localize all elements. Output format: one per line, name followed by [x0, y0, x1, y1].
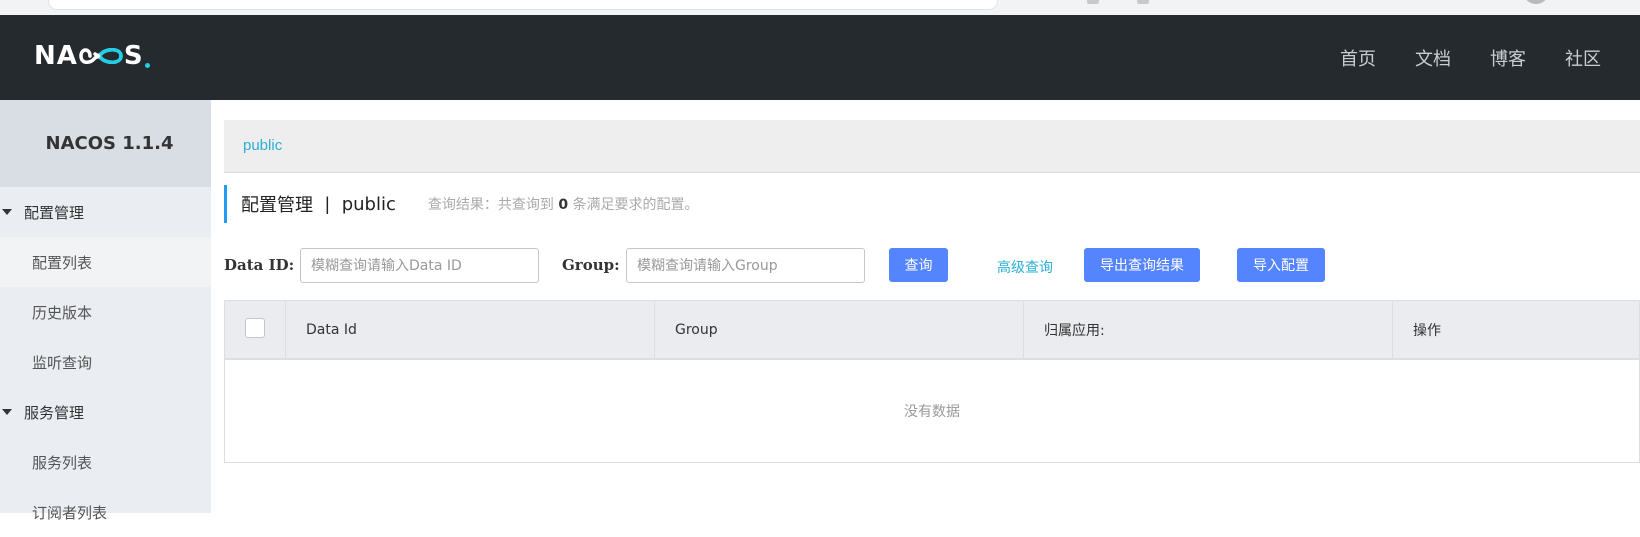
data-id-label: Data ID: — [224, 256, 295, 274]
namespace-tab-public[interactable]: public — [243, 137, 282, 154]
main-content: public 配置管理 | public 查询结果：共查询到 0 条满足要求的配… — [211, 100, 1640, 513]
sidebar-item-service-list[interactable]: 服务列表 — [0, 437, 211, 487]
import-config-button[interactable]: 导入配置 — [1237, 248, 1325, 282]
sidebar-item-subscriber-list[interactable]: 订阅者列表 — [0, 487, 211, 537]
nacos-logo[interactable]: NA S — [34, 41, 150, 71]
nav-docs[interactable]: 文档 — [1415, 45, 1451, 71]
sidebar-item-listener-query[interactable]: 监听查询 — [0, 337, 211, 387]
data-id-input[interactable] — [300, 248, 539, 283]
sidebar-group-label: 服务管理 — [24, 403, 85, 422]
table-header: Data Id Group 归属应用: 操作 — [225, 301, 1639, 360]
caret-down-icon — [2, 409, 12, 415]
sidebar-group-label: 配置管理 — [24, 203, 85, 222]
advanced-query-link[interactable]: 高级查询 — [997, 257, 1053, 277]
top-header: NA S 首页 文档 博客 社区 — [0, 15, 1640, 100]
column-header-data-id[interactable]: Data Id — [286, 301, 655, 358]
result-suffix: 条满足要求的配置。 — [572, 197, 699, 213]
infinity-logo-icon — [79, 48, 123, 64]
query-button[interactable]: 查询 — [889, 248, 948, 282]
sidebar-item-config-list[interactable]: 配置列表 — [0, 237, 211, 287]
result-count: 0 — [558, 197, 569, 213]
extension-icon[interactable] — [1137, 0, 1149, 4]
sidebar-brand: NACOS 1.1.4 — [0, 100, 211, 187]
column-header-actions: 操作 — [1413, 322, 1441, 339]
empty-state-text: 没有数据 — [904, 404, 960, 420]
page-title: 配置管理 | public 查询结果：共查询到 0 条满足要求的配置。 — [224, 185, 699, 223]
page-title-text: 配置管理 — [241, 195, 313, 216]
group-label: Group: — [562, 256, 620, 274]
select-all-cell — [225, 301, 286, 358]
nav-blog[interactable]: 博客 — [1490, 45, 1526, 71]
select-all-checkbox[interactable] — [245, 318, 265, 338]
address-bar[interactable] — [48, 0, 998, 10]
extension-icon[interactable] — [1087, 0, 1099, 4]
sidebar-item-history[interactable]: 历史版本 — [0, 287, 211, 337]
nav-home[interactable]: 首页 — [1340, 45, 1376, 71]
sidebar: NACOS 1.1.4 配置管理 配置列表 历史版本 监听查询 服务管理 服务列… — [0, 100, 211, 522]
logo-text-right: S — [123, 41, 144, 71]
sidebar-group-service[interactable]: 服务管理 — [0, 387, 211, 437]
column-header-app[interactable]: 归属应用: — [1024, 301, 1393, 358]
title-separator: | — [325, 193, 330, 214]
column-header-group[interactable]: Group — [655, 301, 1024, 358]
nav-community[interactable]: 社区 — [1565, 45, 1601, 71]
title-namespace: public — [341, 193, 396, 215]
namespace-bar: public — [224, 120, 1640, 173]
logo-dot-icon — [144, 63, 150, 68]
logo-text-left: NA — [34, 41, 78, 71]
browser-toolbar — [0, 0, 1640, 15]
caret-down-icon — [2, 209, 12, 215]
top-nav: 首页 文档 博客 社区 — [1340, 15, 1640, 100]
sidebar-group-config[interactable]: 配置管理 — [0, 187, 211, 237]
filter-bar: Data ID: Group: 查询 高级查询 导出查询结果 导入配置 — [224, 248, 1640, 284]
config-table: Data Id Group 归属应用: 操作 没有数据 — [224, 300, 1640, 463]
group-input[interactable] — [626, 248, 865, 283]
result-prefix: 查询结果：共查询到 — [427, 197, 554, 213]
query-result-summary: 查询结果：共查询到 0 条满足要求的配置。 — [428, 194, 699, 214]
profile-avatar[interactable] — [1523, 0, 1549, 4]
export-results-button[interactable]: 导出查询结果 — [1084, 248, 1200, 282]
